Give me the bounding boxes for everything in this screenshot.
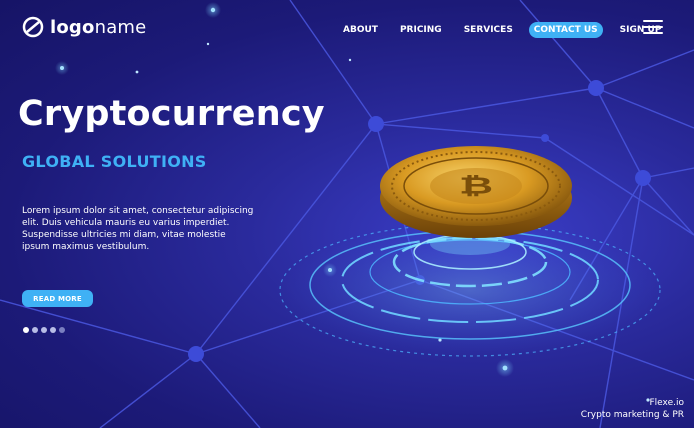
watermark-tagline: Crypto marketing & PR [580,410,684,420]
hero-subtitle: GLOBAL SOLUTIONS [22,152,207,171]
carousel-dot[interactable] [41,327,47,333]
watermark: Flexe.io Crypto marketing & PR [581,397,684,421]
logo-text: logoname [50,16,147,38]
nav-services[interactable]: SERVICES [464,25,513,35]
carousel-dot[interactable] [23,327,29,333]
bitcoin-icon: ₿ [459,173,493,200]
hamburger-icon[interactable] [643,20,663,34]
landing-page: ₿ logoname ABOUT PRICING SERVICES CONTAC… [0,0,694,428]
hero-title: Cryptocurrency [18,94,325,134]
hero-description: Lorem ipsum dolor sit amet, consectetur … [22,206,254,252]
read-more-button[interactable]: READ MORE [22,290,93,307]
nav-about[interactable]: ABOUT [343,25,378,35]
carousel-dot[interactable] [59,327,65,333]
carousel-dot[interactable] [50,327,56,333]
nav-pricing[interactable]: PRICING [400,25,442,35]
watermark-brand: Flexe.io [649,398,684,408]
nav-contact-us[interactable]: CONTACT US [528,22,603,38]
logo[interactable]: logoname [22,16,146,38]
hologram-rings [275,222,665,358]
carousel-dots [23,327,65,333]
circle-slash-icon [22,16,44,38]
carousel-dot[interactable] [32,327,38,333]
bitcoin-coin: ₿ [380,146,572,238]
top-nav: ABOUT PRICING SERVICES CONTACT US SIGN U… [343,22,661,38]
